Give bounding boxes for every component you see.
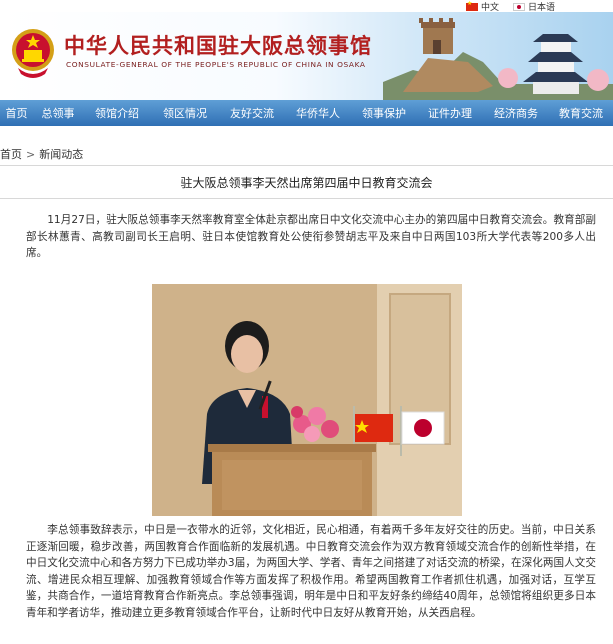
site-title: 中华人民共和国驻大阪总领事馆 — [64, 33, 372, 58]
nav-about-consulate[interactable]: 领馆介绍 — [83, 105, 151, 121]
language-bar: 中文 日本语 — [0, 0, 613, 13]
nav-overseas-chinese[interactable]: 华侨华人 — [285, 105, 351, 121]
breadcrumb-current[interactable]: 新闻动态 — [39, 146, 83, 162]
article-paragraph-2: 李总领事致辞表示，中日是一衣带水的近邻，文化相近，民心相通，有着两千多年友好交往… — [26, 524, 596, 619]
event-photo — [152, 284, 462, 516]
article-paragraph-1: 11月27日，驻大阪总领事李天然率教育室全体赴京都出席日中文化交流中心主办的第四… — [26, 214, 596, 259]
great-wall-castle-banner — [383, 18, 613, 100]
nav-home[interactable]: 首页 — [0, 105, 33, 121]
nav-education-exchange[interactable]: 教育交流 — [549, 105, 613, 121]
nav-consular-district[interactable]: 领区情况 — [151, 105, 219, 121]
nav-economy-commerce[interactable]: 经济商务 — [483, 105, 549, 121]
breadcrumb: 首页 > 新闻动态 — [0, 146, 83, 162]
article-title: 驻大阪总领事李天然出席第四届中日教育交流会 — [180, 176, 433, 190]
nav-documents[interactable]: 证件办理 — [417, 105, 483, 121]
national-emblem-icon — [12, 29, 54, 78]
china-flag-icon — [466, 0, 478, 11]
nav-consul-general[interactable]: 总领事 — [33, 105, 83, 121]
breadcrumb-home[interactable]: 首页 — [0, 146, 22, 162]
divider — [0, 165, 613, 166]
main-nav: 首页 总领事 领馆介绍 领区情况 友好交流 华侨华人 领事保护 证件办理 经济商… — [0, 100, 613, 126]
nav-consular-protection[interactable]: 领事保护 — [351, 105, 417, 121]
japan-flag-icon — [513, 2, 525, 11]
site-header: 中华人民共和国驻大阪总领事馆 CONSULATE-GENERAL OF THE … — [0, 12, 613, 100]
site-subtitle: CONSULATE-GENERAL OF THE PEOPLE'S REPUBL… — [66, 60, 366, 69]
nav-friendly-exchange[interactable]: 友好交流 — [219, 105, 285, 121]
breadcrumb-separator: > — [26, 147, 36, 161]
divider — [0, 198, 613, 199]
